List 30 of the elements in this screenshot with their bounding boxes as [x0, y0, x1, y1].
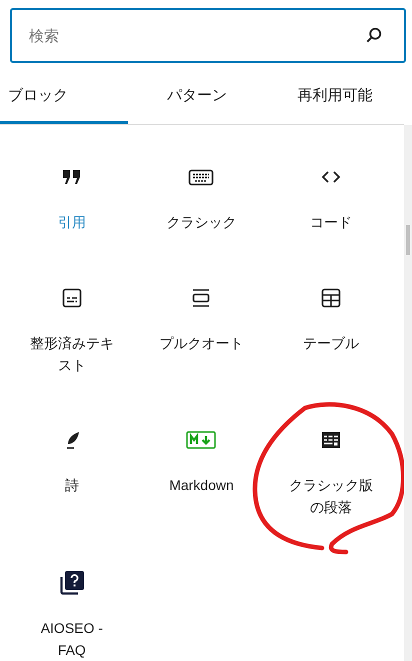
block-label: 引用 — [58, 213, 86, 232]
search-icon[interactable] — [364, 25, 384, 45]
block-label: テーブル — [303, 334, 360, 352]
block-item[interactable]: Markdown — [136, 428, 266, 496]
block-label: クラシック — [166, 213, 236, 232]
tab[interactable]: 再利用可能 — [266, 69, 404, 124]
block-item[interactable]: コード — [266, 165, 396, 233]
tab[interactable]: パターン — [128, 69, 266, 124]
block-item[interactable]: 詩 — [7, 428, 137, 496]
block-label: AIOSEO - FAQ — [40, 618, 104, 660]
question-icon — [58, 570, 85, 596]
block-item[interactable]: テーブル — [266, 286, 396, 354]
block-label: プルクオート — [159, 334, 244, 352]
preformatted-icon — [60, 286, 84, 310]
table-icon — [319, 286, 344, 310]
block-item[interactable]: AIOSEO - FAQ — [7, 570, 137, 660]
block-label: クラシック版の段落 — [288, 476, 374, 517]
block-label: 整形済みテキスト — [28, 334, 115, 374]
block-label: コード — [310, 213, 352, 232]
block-label: Markdown — [169, 476, 234, 495]
block-label: 詩 — [64, 476, 79, 495]
scrollbar[interactable] — [404, 125, 412, 661]
block-item[interactable]: プルクオート — [136, 286, 266, 354]
block-item[interactable]: クラシック — [136, 165, 266, 233]
block-item[interactable]: 整形済みテキスト — [7, 286, 137, 376]
block-item[interactable]: クラシック版の段落 — [266, 428, 396, 518]
tab[interactable]: ブロック — [0, 69, 128, 124]
search-field[interactable]: 検索 — [10, 8, 406, 63]
block-item[interactable]: 引用 — [7, 165, 137, 233]
markdown-icon — [186, 430, 216, 450]
